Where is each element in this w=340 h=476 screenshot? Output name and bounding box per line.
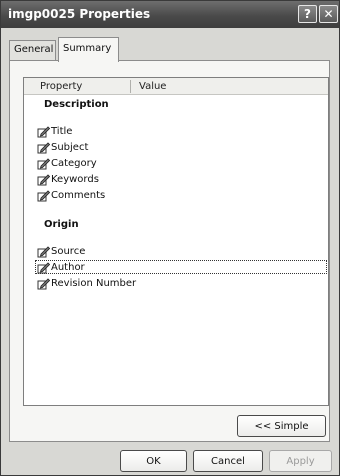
close-button[interactable]: ✕ (319, 5, 338, 23)
list-item-author[interactable]: Author (37, 261, 85, 274)
list-item[interactable]: Category (37, 157, 97, 170)
title-bar[interactable]: imgp0025 Properties ? ✕ (1, 1, 339, 28)
list-item-label: Comments (51, 190, 106, 201)
help-icon: ? (304, 7, 311, 21)
edit-pencil-icon (37, 277, 50, 289)
tab-summary[interactable]: Summary (58, 37, 119, 62)
ok-button[interactable]: OK (120, 450, 187, 472)
properties-dialog: imgp0025 Properties ? ✕ General Summary … (0, 0, 340, 476)
property-list[interactable]: Property Value Description Title Subject… (23, 77, 329, 406)
list-item-label: Category (51, 158, 97, 169)
edit-pencil-icon (37, 125, 50, 137)
edit-pencil-icon (37, 141, 50, 153)
list-header: Property Value (24, 78, 328, 95)
help-button[interactable]: ? (298, 5, 317, 23)
column-header-property[interactable]: Property (40, 81, 82, 92)
list-item-label: Author (51, 262, 85, 273)
list-item-label: Keywords (51, 174, 99, 185)
group-title-origin: Origin (44, 219, 79, 230)
edit-pencil-icon (37, 173, 50, 185)
simple-button[interactable]: << Simple (237, 415, 326, 437)
list-item-label: Subject (51, 142, 89, 153)
edit-pencil-icon (37, 189, 50, 201)
list-item-label: Source (51, 246, 86, 257)
apply-button[interactable]: Apply (269, 450, 332, 472)
edit-pencil-icon (37, 261, 50, 273)
window-title: imgp0025 Properties (8, 7, 151, 21)
close-icon: ✕ (323, 7, 334, 21)
list-item[interactable]: Title (37, 125, 72, 138)
tab-general[interactable]: General (9, 40, 56, 61)
list-item[interactable]: Source (37, 245, 85, 258)
edit-pencil-icon (37, 245, 50, 257)
list-item-label: Title (51, 126, 73, 137)
list-item[interactable]: Subject (37, 141, 88, 154)
list-item[interactable]: Keywords (37, 173, 99, 186)
cancel-button[interactable]: Cancel (193, 450, 263, 472)
column-header-value[interactable]: Value (139, 81, 166, 92)
tab-strip: General Summary (1, 37, 339, 62)
list-item-label: Revision Number (51, 278, 137, 289)
group-title-description: Description (44, 99, 109, 110)
column-divider[interactable] (130, 80, 131, 93)
list-item[interactable]: Comments (37, 189, 105, 202)
list-item[interactable]: Revision Number (37, 277, 136, 290)
edit-pencil-icon (37, 157, 50, 169)
